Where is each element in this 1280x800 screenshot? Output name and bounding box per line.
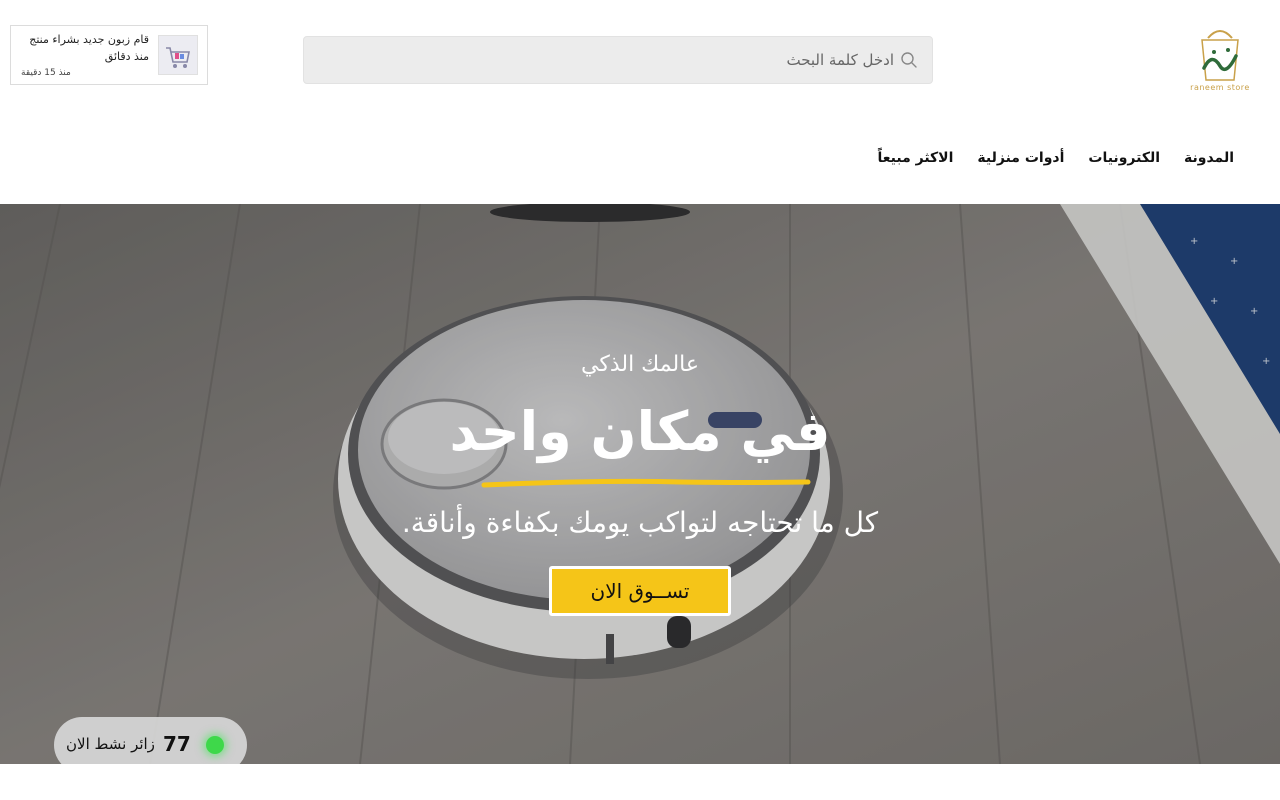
- active-visitors-label: زائر نشط الان: [66, 735, 155, 753]
- hero-subtitle: عالمك الذكي: [581, 352, 699, 377]
- svg-text:raneem store: raneem store: [1190, 83, 1250, 92]
- nav-item-best-sellers[interactable]: الاكثر مبيعاً: [877, 150, 953, 166]
- site-header: raneem store قام زبون جديد بشراء منتج من…: [0, 0, 1280, 204]
- hero-title: في مكان واحد: [449, 400, 831, 463]
- hero-banner: + + + + + عالمك الذكي في مكان واحد كل ما تح…: [0, 204, 1280, 764]
- notification-time: منذ 15 دقيقة: [21, 68, 71, 78]
- shop-now-button[interactable]: تســوق الان: [549, 566, 731, 616]
- notification-product-thumbnail: [158, 35, 198, 75]
- purchase-notification[interactable]: قام زبون جديد بشراء منتج منذ دقائق منذ 1…: [10, 25, 208, 85]
- nav-item-home-tools[interactable]: أدوات منزلية: [977, 150, 1064, 166]
- search-bar: [303, 36, 933, 84]
- main-nav: المدونة الكترونيات أدوات منزلية الاكثر م…: [877, 150, 1234, 166]
- notification-message: قام زبون جديد بشراء منتج منذ دقائق: [29, 33, 149, 63]
- store-logo[interactable]: raneem store: [1190, 22, 1250, 94]
- nav-item-electronics[interactable]: الكترونيات: [1088, 150, 1160, 166]
- online-indicator-icon: [206, 736, 224, 754]
- hero-title-underline: [481, 478, 811, 488]
- active-visitors-count: 77: [163, 732, 191, 756]
- search-input[interactable]: [334, 51, 894, 69]
- nav-item-blog[interactable]: المدونة: [1184, 150, 1234, 166]
- hero-description: كل ما تحتاجه لتواكب يومك بكفاءة وأناقة.: [401, 506, 879, 539]
- search-icon[interactable]: [900, 51, 918, 69]
- active-visitors-badge: 77 زائر نشط الان: [54, 717, 247, 764]
